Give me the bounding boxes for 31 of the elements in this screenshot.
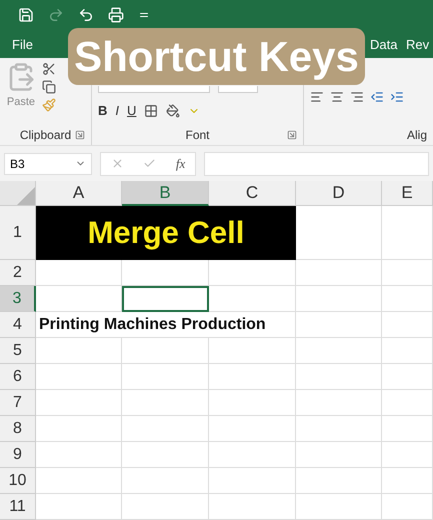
- row-header[interactable]: 11: [0, 494, 36, 520]
- row-header[interactable]: 6: [0, 364, 36, 390]
- row-header[interactable]: 1: [0, 206, 36, 260]
- table-cell: Printing Machines Production: [36, 312, 296, 338]
- ribbon-tab[interactable]: Data: [370, 32, 398, 56]
- row-header[interactable]: 8: [0, 416, 36, 442]
- row-header[interactable]: 3: [0, 286, 36, 312]
- row-header[interactable]: 10: [0, 468, 36, 494]
- merged-title-cell: Merge Cell: [36, 206, 296, 260]
- ribbon-tab[interactable]: File: [12, 32, 33, 56]
- column-header[interactable]: E: [382, 181, 433, 206]
- font-style-button[interactable]: I: [115, 103, 120, 118]
- group-label: Alig: [406, 128, 427, 142]
- group-label: Clipboard: [20, 128, 72, 142]
- column-header[interactable]: D: [296, 181, 382, 206]
- font-style-button[interactable]: U: [127, 103, 136, 118]
- insert-function-button[interactable]: fx: [176, 156, 186, 172]
- column-header[interactable]: C: [209, 181, 296, 206]
- row-header[interactable]: 9: [0, 442, 36, 468]
- overlay-title: Shortcut Keys: [68, 28, 365, 85]
- row-header[interactable]: 7: [0, 390, 36, 416]
- column-header[interactable]: B: [122, 181, 209, 206]
- ribbon-tab[interactable]: Rev: [406, 32, 430, 56]
- row-header[interactable]: 5: [0, 338, 36, 364]
- cell-reference: B3: [10, 156, 25, 170]
- font-style-button[interactable]: B: [98, 103, 108, 118]
- column-header[interactable]: A: [36, 181, 122, 206]
- group-label: Font: [185, 128, 210, 142]
- row-header[interactable]: 4: [0, 312, 36, 338]
- name-box[interactable]: B3: [4, 152, 92, 174]
- row-header[interactable]: 2: [0, 260, 36, 286]
